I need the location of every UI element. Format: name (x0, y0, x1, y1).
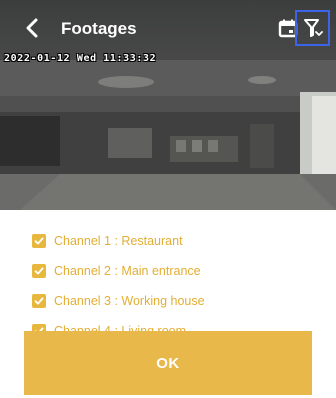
video-timestamp: 2022-01-12 Wed 11:33:32 (4, 53, 157, 64)
camera-video-feed: Footages 2022-01-12 Wed 11:33:32 (0, 0, 336, 210)
filter-button[interactable] (295, 10, 330, 46)
channel-label: Channel 2 : Main entrance (54, 264, 201, 278)
channel-checkbox[interactable] (32, 294, 46, 308)
ok-button[interactable]: OK (24, 331, 312, 395)
channel-option-2[interactable]: Channel 2 : Main entrance (32, 261, 201, 281)
page-title: Footages (61, 19, 137, 38)
channel-checkbox[interactable] (32, 234, 46, 248)
channel-label: Channel 3 : Working house (54, 294, 205, 308)
checkmark-icon (34, 237, 44, 245)
channel-option-1[interactable]: Channel 1 : Restaurant (32, 231, 183, 251)
checkmark-icon (34, 297, 44, 305)
channel-checkbox[interactable] (32, 264, 46, 278)
back-button[interactable] (20, 14, 44, 42)
checkmark-icon (34, 267, 44, 275)
filter-icon (303, 19, 323, 37)
channel-option-3[interactable]: Channel 3 : Working house (32, 291, 205, 311)
top-bar: Footages (0, 0, 336, 54)
chevron-left-icon (26, 18, 38, 38)
channel-label: Channel 1 : Restaurant (54, 234, 183, 248)
